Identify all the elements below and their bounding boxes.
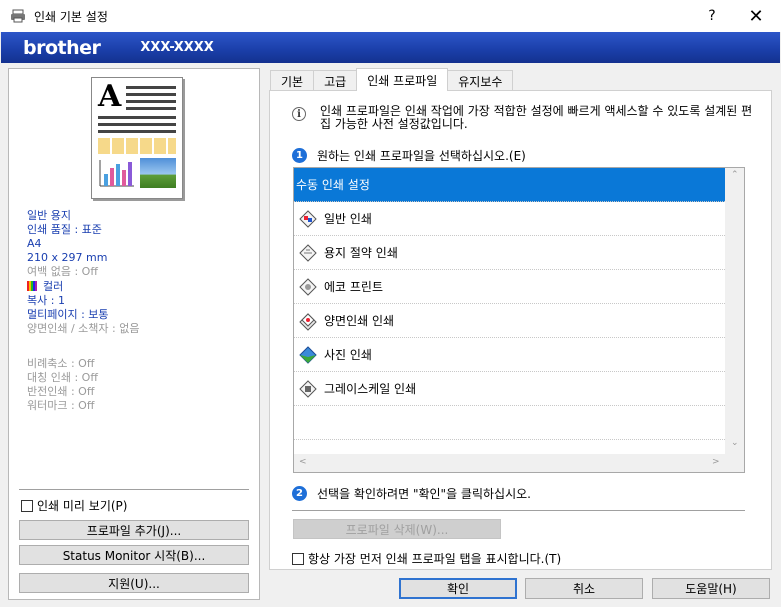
horizontal-scrollbar[interactable]: < > [294,454,725,472]
tab-bar: 기본 고급 인쇄 프로파일 유지보수 [270,68,514,91]
paper-type: 일반 용지 [27,209,71,222]
scroll-corner [725,454,744,472]
list-item[interactable]: 수동 인쇄 설정 [294,168,725,202]
paper-dimensions: 210 x 297 mm [27,251,108,264]
delete-profile-button[interactable]: 프로파일 삭제(W)... [293,519,501,539]
add-profile-button[interactable]: 프로파일 추가(J)... [19,520,249,540]
status-monitor-button[interactable]: Status Monitor 시작(B)... [19,545,249,565]
scroll-down-icon[interactable]: ⌄ [731,438,739,448]
step-1: 1 원하는 인쇄 프로파일을 선택하십시오.(E) [292,147,526,164]
info-icon: i [292,107,306,121]
title-bar: 인쇄 기본 설정 ? ✕ [0,0,781,32]
divider [292,510,745,511]
list-item[interactable]: 에코 프린트 [294,270,725,304]
printer-icon [10,8,26,24]
printer-model: XXX-XXXX [140,40,214,55]
list-item-empty [294,406,725,440]
support-button[interactable]: 지원(U)... [19,573,249,593]
step-1-badge: 1 [292,148,307,163]
help-footer-button[interactable]: 도움말(H) [652,578,770,599]
print-preview-check[interactable] [21,499,33,512]
preview-table [98,138,176,154]
step-1-label: 원하는 인쇄 프로파일을 선택하십시오.(E) [317,149,526,163]
profile-list[interactable]: 수동 인쇄 설정 일반 인쇄 용지 절약 인쇄 에코 프린트 양면인쇄 인쇄 사… [293,167,745,473]
print-preview-checkbox[interactable]: 인쇄 미리 보기(P) [21,497,127,514]
close-button[interactable]: ✕ [736,0,776,32]
scroll-up-icon[interactable]: ⌃ [731,170,739,180]
always-show-check[interactable] [292,552,304,565]
scroll-left-icon[interactable]: < [299,457,307,467]
multipage: 멀티페이지 : 보통 [27,308,109,321]
print-profile-panel: i 인쇄 프로파일은 인쇄 작업에 가장 적합한 설정에 빠르게 액세스할 수 … [269,90,772,570]
grayscale-print-icon [298,379,318,399]
color-icon [27,281,37,291]
scaling-setting: 비례축소 : Off [27,357,95,370]
color-mode: 컬러 [27,280,63,294]
paper-save-icon [298,243,318,263]
list-item[interactable]: 사진 인쇄 [294,338,725,372]
general-print-icon [298,209,318,229]
settings-summary-panel: A 일반 용지 인쇄 품질 : 표준 A4 210 x 297 mm 여백 없음… [8,68,260,600]
brother-logo: brother [23,36,101,59]
tab-print-profiles[interactable]: 인쇄 프로파일 [356,68,449,91]
list-item[interactable]: 용지 절약 인쇄 [294,236,725,270]
duplex-setting: 양면인쇄 / 소책자 : 없음 [27,322,140,335]
list-item[interactable]: 일반 인쇄 [294,202,725,236]
reverse-setting: 반전인쇄 : Off [27,385,95,398]
step-2-badge: 2 [292,486,307,501]
ok-button[interactable]: 확인 [399,578,517,599]
tab-maintenance[interactable]: 유지보수 [447,70,514,91]
step-2-label: 선택을 확인하려면 "확인"을 클릭하십시오. [317,487,531,501]
duplex-print-icon [298,311,318,331]
tab-basic[interactable]: 기본 [270,70,315,91]
cancel-button[interactable]: 취소 [525,578,643,599]
page-preview: A [91,77,183,199]
step-2: 2 선택을 확인하려면 "확인"을 클릭하십시오. [292,485,531,502]
scroll-right-icon[interactable]: > [712,457,720,467]
profile-description: 인쇄 프로파일은 인쇄 작업에 가장 적합한 설정에 빠르게 액세스할 수 있도… [320,104,753,131]
preview-photo [140,158,176,188]
paper-size: A4 [27,237,42,250]
photo-print-icon [298,345,318,365]
list-item[interactable]: 그레이스케일 인쇄 [294,372,725,406]
help-button[interactable]: ? [694,0,730,32]
vertical-scrollbar[interactable]: ⌃ ⌄ [725,168,744,454]
mirror-setting: 대칭 인쇄 : Off [27,371,98,384]
list-item[interactable]: 양면인쇄 인쇄 [294,304,725,338]
print-quality: 인쇄 품질 : 표준 [27,223,102,236]
eco-print-icon [298,277,318,297]
preview-chart-icon [99,160,134,187]
divider [19,489,249,490]
copies: 복사 : 1 [27,294,65,307]
always-show-checkbox[interactable]: 항상 가장 먼저 인쇄 프로파일 탭을 표시합니다.(T) [292,550,561,567]
window-title: 인쇄 기본 설정 [34,9,108,24]
preview-letter-glyph: A [98,79,122,114]
watermark-setting: 워터마크 : Off [27,399,95,412]
tab-advanced[interactable]: 고급 [313,70,358,91]
borderless-setting: 여백 없음 : Off [27,265,98,278]
brand-bar: brother XXX-XXXX [1,32,780,63]
